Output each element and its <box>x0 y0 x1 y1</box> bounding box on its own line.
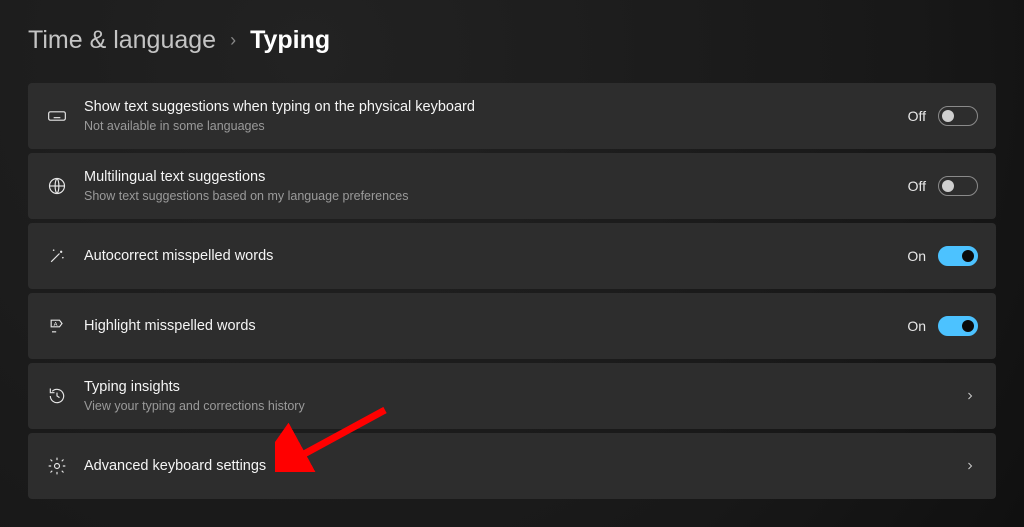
svg-text:A: A <box>54 322 58 328</box>
row-autocorrect[interactable]: Autocorrect misspelled words On <box>28 223 996 289</box>
toggle-highlight-misspelled[interactable] <box>938 316 978 336</box>
settings-list: Show text suggestions when typing on the… <box>28 83 996 499</box>
breadcrumb-current: Typing <box>250 26 330 55</box>
keyboard-icon <box>46 105 68 127</box>
history-icon <box>46 385 68 407</box>
row-typing-insights[interactable]: Typing insights View your typing and cor… <box>28 363 996 429</box>
row-title: Highlight misspelled words <box>84 317 907 335</box>
chevron-right-icon <box>962 388 978 404</box>
translate-icon <box>46 175 68 197</box>
toggle-multilingual-suggestions[interactable] <box>938 176 978 196</box>
toggle-text-suggestions-physical[interactable] <box>938 106 978 126</box>
row-text-suggestions-physical[interactable]: Show text suggestions when typing on the… <box>28 83 996 149</box>
toggle-state-label: On <box>907 318 926 334</box>
row-subtitle: Not available in some languages <box>84 118 908 135</box>
row-advanced-keyboard-settings[interactable]: Advanced keyboard settings <box>28 433 996 499</box>
row-title: Multilingual text suggestions <box>84 168 908 186</box>
row-title: Autocorrect misspelled words <box>84 247 907 265</box>
row-subtitle: Show text suggestions based on my langua… <box>84 188 908 205</box>
toggle-autocorrect[interactable] <box>938 246 978 266</box>
breadcrumb-parent[interactable]: Time & language <box>28 26 216 55</box>
wand-icon <box>46 245 68 267</box>
toggle-state-label: Off <box>908 108 926 124</box>
row-title: Show text suggestions when typing on the… <box>84 98 908 116</box>
row-highlight-misspelled[interactable]: A Highlight misspelled words On <box>28 293 996 359</box>
row-title: Typing insights <box>84 378 962 396</box>
gear-icon <box>46 455 68 477</box>
chevron-right-icon <box>962 458 978 474</box>
toggle-state-label: On <box>907 248 926 264</box>
row-title: Advanced keyboard settings <box>84 457 962 475</box>
chevron-right-icon: › <box>230 30 236 51</box>
row-subtitle: View your typing and corrections history <box>84 398 962 415</box>
highlight-icon: A <box>46 315 68 337</box>
row-multilingual-suggestions[interactable]: Multilingual text suggestions Show text … <box>28 153 996 219</box>
toggle-state-label: Off <box>908 178 926 194</box>
breadcrumb: Time & language › Typing <box>28 26 996 55</box>
